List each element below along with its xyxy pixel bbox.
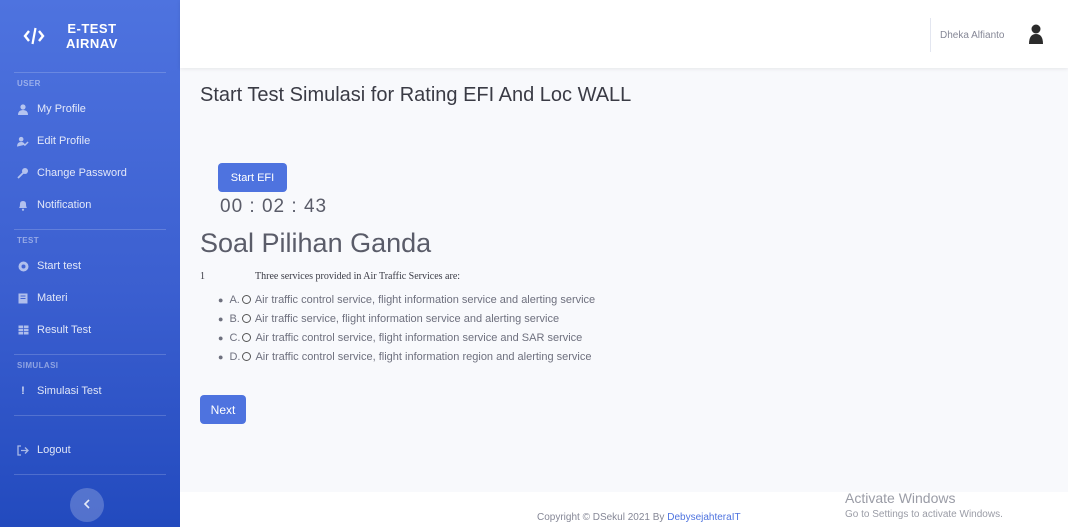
- option-text: Air traffic control service, flight info…: [255, 331, 583, 344]
- sidebar-item-simulasi-test[interactable]: ! Simulasi Test: [0, 375, 180, 407]
- option-text: Air traffic service, flight information …: [254, 312, 560, 325]
- option-letter: A.: [229, 293, 240, 306]
- option-letter: C.: [229, 331, 241, 344]
- sidebar-item-label: Start test: [37, 260, 82, 272]
- copyright-text: Copyright © DSekul 2021 By Debysejahtera…: [537, 512, 741, 523]
- radio-button-b[interactable]: [241, 314, 251, 323]
- option-b[interactable]: ● B. Air traffic service, flight informa…: [218, 309, 595, 328]
- exclamation-icon: !: [21, 385, 25, 397]
- book-icon: [17, 292, 29, 304]
- sidebar-divider: [14, 415, 166, 416]
- section-heading-test: TEST: [17, 236, 40, 245]
- user-icon: [17, 103, 29, 115]
- sidebar-item-label: My Profile: [37, 103, 86, 115]
- sidebar-item-label: Logout: [37, 444, 71, 456]
- brand-line2: AIRNAV: [66, 36, 118, 51]
- sidebar-item-notification[interactable]: Notification: [0, 189, 180, 221]
- sidebar-item-change-password[interactable]: Change Password: [0, 157, 180, 189]
- chevron-left-icon: [83, 496, 91, 514]
- watermark-subtitle: Go to Settings to activate Windows.: [845, 509, 1003, 520]
- sidebar: E-TEST AIRNAV USER My Profile Edit Profi…: [0, 0, 180, 527]
- sidebar-item-label: Notification: [37, 199, 92, 211]
- section-title: Soal Pilihan Ganda: [200, 228, 432, 258]
- bullet-icon: ●: [218, 351, 224, 362]
- start-efi-button[interactable]: Start EFI: [218, 163, 287, 192]
- sidebar-item-edit-profile[interactable]: Edit Profile: [0, 125, 180, 157]
- brand-name: E-TEST AIRNAV: [66, 21, 118, 51]
- copyright-label: Copyright © DSekul 2021 By: [537, 512, 668, 523]
- target-icon: [17, 260, 29, 272]
- radio-button-c[interactable]: [242, 333, 252, 342]
- code-brand-icon: [22, 24, 46, 48]
- bullet-icon: ●: [218, 332, 224, 343]
- sidebar-item-materi[interactable]: Materi: [0, 282, 180, 314]
- topbar: Dheka Alfianto: [180, 0, 1068, 68]
- bell-icon: [17, 199, 29, 211]
- question-text: 1 Three services provided in Air Traffic …: [200, 271, 460, 282]
- option-text: Air traffic control service, flight info…: [255, 350, 592, 363]
- sidebar-divider: [14, 474, 166, 475]
- brand-line1: E-TEST: [67, 21, 117, 36]
- main-content: Start Test Simulasi for Rating EFI And L…: [180, 68, 1068, 492]
- sidebar-item-label: Edit Profile: [37, 135, 91, 147]
- key-icon: [17, 167, 29, 179]
- sidebar-toggle-button[interactable]: [70, 488, 104, 522]
- sidebar-item-start-test[interactable]: Start test: [0, 250, 180, 282]
- sidebar-item-label: Simulasi Test: [37, 385, 102, 397]
- countdown-timer: 00 : 02 : 43: [220, 196, 328, 217]
- radio-button-a[interactable]: [241, 295, 251, 304]
- sidebar-item-label: Result Test: [37, 324, 92, 336]
- user-name[interactable]: Dheka Alfianto: [940, 30, 1005, 41]
- section-heading-simulasi: SIMULASI: [17, 361, 59, 370]
- user-avatar-icon[interactable]: [1028, 24, 1044, 44]
- option-d[interactable]: ● D. Air traffic control service, flight…: [218, 347, 595, 366]
- answer-options: ● A. Air traffic control service, flight…: [218, 290, 595, 366]
- author-link[interactable]: DebysejahteraIT: [667, 512, 740, 523]
- table-icon: [17, 324, 29, 336]
- option-c[interactable]: ● C. Air traffic control service, flight…: [218, 328, 595, 347]
- bullet-icon: ●: [218, 313, 224, 324]
- option-letter: D.: [229, 350, 241, 363]
- option-letter: B.: [229, 312, 240, 325]
- topbar-divider: [930, 18, 931, 52]
- sidebar-item-label: Materi: [37, 292, 68, 304]
- windows-activation-watermark: Activate Windows Go to Settings to activ…: [845, 490, 1003, 520]
- brand[interactable]: E-TEST AIRNAV: [0, 0, 180, 72]
- sidebar-item-my-profile[interactable]: My Profile: [0, 93, 180, 125]
- watermark-title: Activate Windows: [845, 490, 956, 506]
- user-edit-icon: [17, 135, 29, 147]
- option-a[interactable]: ● A. Air traffic control service, flight…: [218, 290, 595, 309]
- option-text: Air traffic control service, flight info…: [254, 293, 596, 306]
- sidebar-item-label: Change Password: [37, 167, 127, 179]
- page-title: Start Test Simulasi for Rating EFI And L…: [200, 84, 632, 106]
- next-button[interactable]: Next: [200, 395, 246, 424]
- bullet-icon: ●: [218, 294, 224, 305]
- question-number: 1: [200, 271, 205, 282]
- logout-icon: [17, 444, 29, 456]
- sidebar-item-logout[interactable]: Logout: [0, 434, 180, 466]
- sidebar-item-result-test[interactable]: Result Test: [0, 314, 180, 346]
- question-prompt: Three services provided in Air Traffic S…: [255, 271, 461, 282]
- radio-button-d[interactable]: [242, 352, 252, 361]
- section-heading-user: USER: [17, 79, 41, 88]
